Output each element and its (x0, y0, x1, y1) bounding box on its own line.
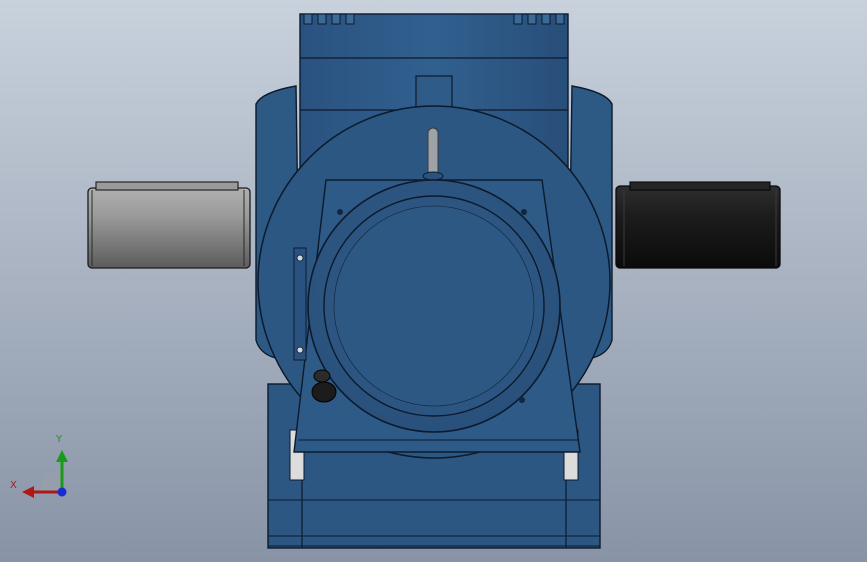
motor-housing[interactable] (307, 179, 561, 433)
left-output-shaft[interactable] (87, 181, 251, 269)
cad-graphics-viewport[interactable]: X Y (0, 0, 867, 562)
right-output-shaft[interactable] (615, 181, 781, 269)
axis-triad: X Y (10, 434, 80, 510)
gearbox-model[interactable] (0, 0, 867, 562)
x-axis-label: X (10, 480, 17, 491)
y-axis-label: Y (56, 434, 63, 445)
